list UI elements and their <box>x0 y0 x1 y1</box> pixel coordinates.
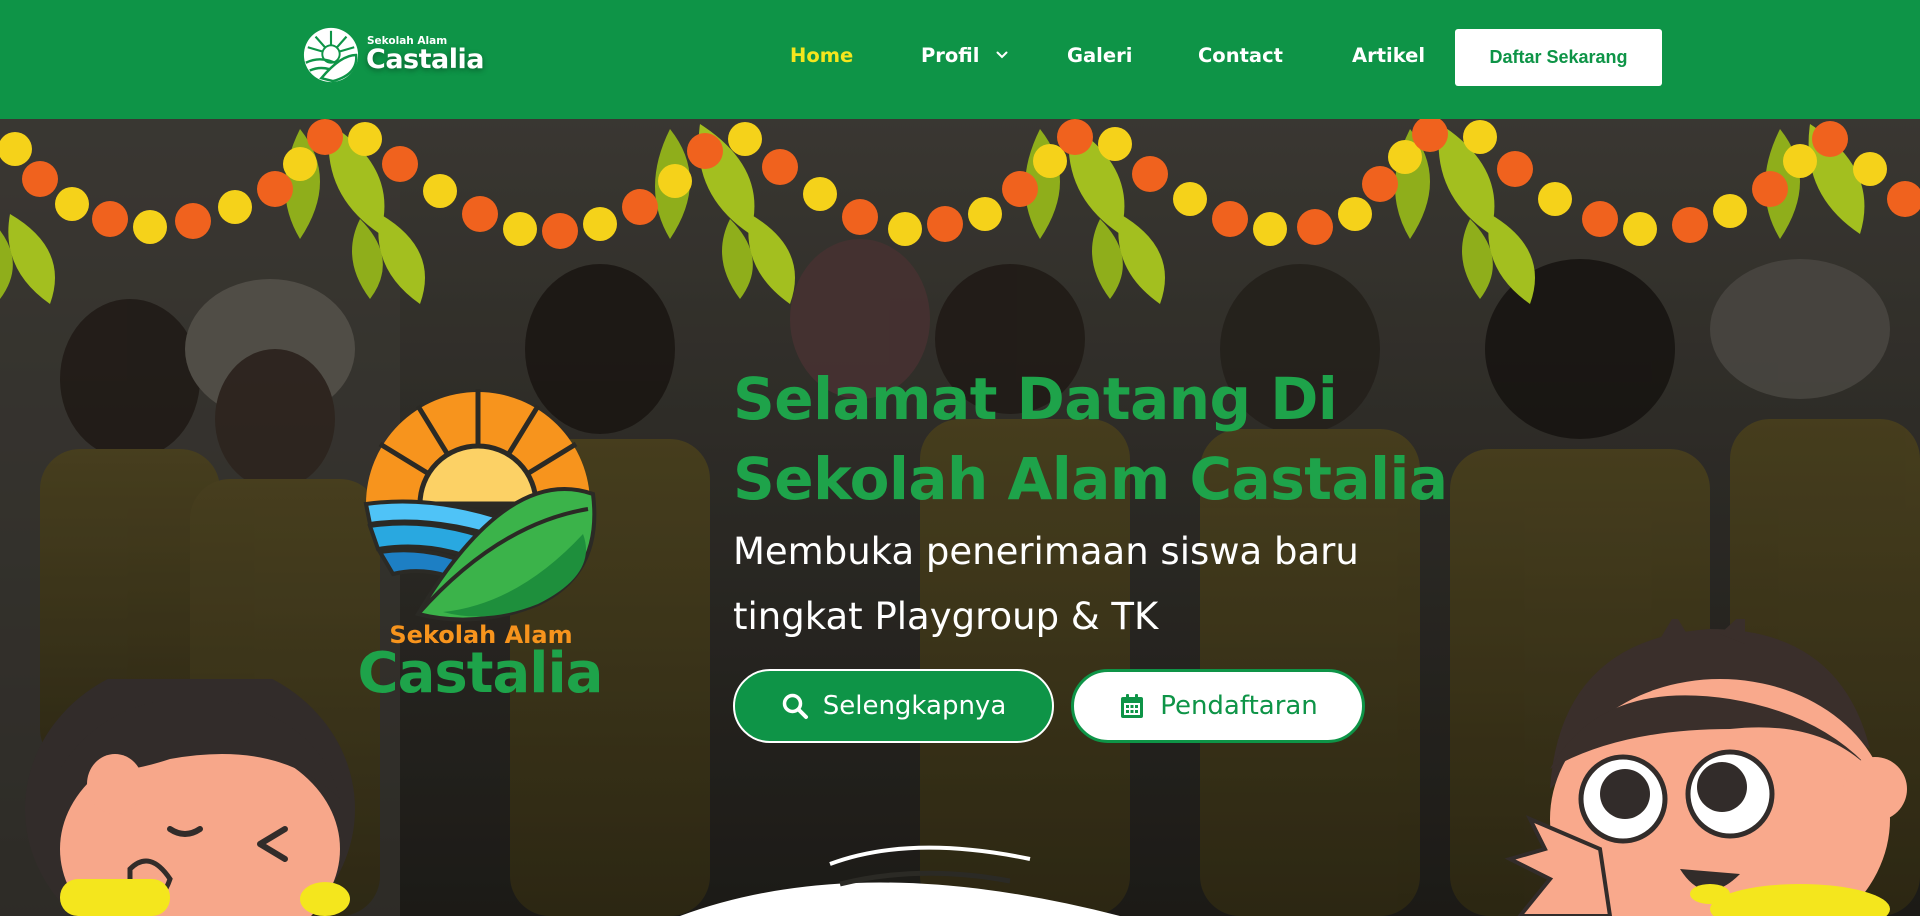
pendaftaran-button[interactable]: Pendaftaran <box>1071 669 1365 743</box>
hero-subtitle: Membuka penerimaan siswa baru tingkat Pl… <box>733 519 1493 649</box>
brand-logo-icon <box>303 27 359 83</box>
decorative-swoosh <box>680 845 1120 916</box>
chevron-down-icon <box>996 51 1008 59</box>
brand-logo-link[interactable]: Sekolah Alam Castalia <box>302 26 492 90</box>
cartoon-child-right-illustration <box>1504 619 1907 916</box>
hero-title-line: Selamat Datang Di <box>733 365 1338 433</box>
nav-item-label: Home <box>790 44 854 67</box>
cartoon-child-left-illustration <box>25 679 355 916</box>
nav-item-label: Contact <box>1198 44 1283 67</box>
hero-subtitle-line: Membuka penerimaan siswa baru <box>733 530 1359 573</box>
hero-section: Sekolah Alam Castalia Selamat Datang Di … <box>0 119 1920 916</box>
calendar-icon <box>1121 694 1144 718</box>
button-label: Selengkapnya <box>822 691 1007 721</box>
nav-item-label: Profil <box>921 44 980 67</box>
selengkapnya-button[interactable]: Selengkapnya <box>733 669 1054 743</box>
site-header: Sekolah Alam Castalia Home Profil Galeri… <box>0 0 1920 119</box>
nav-item-profil[interactable]: Profil <box>921 44 1008 67</box>
nav-item-contact[interactable]: Contact <box>1198 44 1283 67</box>
brand-name-big: Castalia <box>366 44 484 75</box>
nav-item-artikel[interactable]: Artikel <box>1352 44 1425 67</box>
flower-garland-decoration <box>0 119 1920 304</box>
hero-subtitle-line: tingkat Playgroup & TK <box>733 595 1159 638</box>
logo-text-big: Castalia <box>357 641 604 706</box>
button-label: Pendaftaran <box>1160 691 1318 721</box>
nav-item-galeri[interactable]: Galeri <box>1067 44 1132 67</box>
hero-title: Selamat Datang Di Sekolah Alam Castalia <box>733 359 1513 519</box>
nav-item-home[interactable]: Home <box>790 44 853 67</box>
hero-title-line: Sekolah Alam Castalia <box>733 445 1448 513</box>
daftar-sekarang-button[interactable]: Daftar Sekarang <box>1455 29 1662 86</box>
nav-item-label: Galeri <box>1067 44 1133 67</box>
search-icon <box>782 693 808 719</box>
nav-item-label: Artikel <box>1352 44 1426 67</box>
